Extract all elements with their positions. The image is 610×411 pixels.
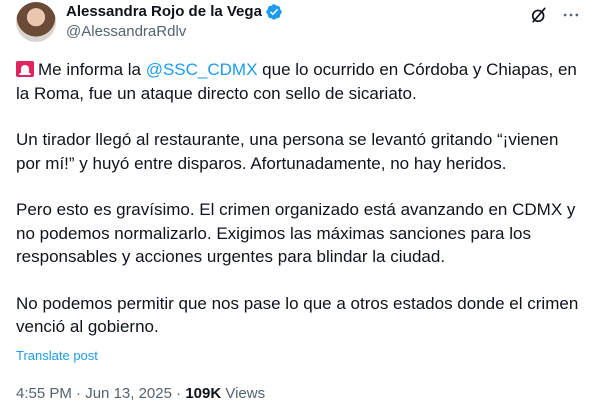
post-card: Alessandra Rojo de la Vega @AlessandraRd… bbox=[0, 0, 610, 411]
author-handle[interactable]: @AlessandraRdlv bbox=[66, 22, 283, 42]
paragraph-1-text-start: Me informa la bbox=[38, 60, 146, 79]
author-display-name[interactable]: Alessandra Rojo de la Vega bbox=[66, 2, 262, 22]
post-meta: 4:55 PM · Jun 13, 2025 · 109K Views bbox=[16, 384, 265, 404]
post-header: Alessandra Rojo de la Vega @AlessandraRd… bbox=[66, 2, 283, 42]
post-time[interactable]: 4:55 PM bbox=[16, 385, 72, 402]
post-paragraph-4: No podemos permitir que nos pase lo que … bbox=[16, 293, 579, 337]
views-count: 109K bbox=[185, 385, 222, 402]
post-text: Me informa la @SSC_CDMX que lo ocurrido … bbox=[16, 58, 586, 362]
translate-post-link[interactable]: Translate post bbox=[16, 348, 98, 364]
post-paragraph-1: Me informa la @SSC_CDMX que lo ocurrido … bbox=[16, 58, 586, 105]
siren-icon bbox=[16, 60, 34, 77]
more-dots-icon[interactable] bbox=[560, 4, 582, 26]
post-top-actions bbox=[528, 4, 582, 26]
avatar[interactable] bbox=[16, 2, 56, 42]
post-paragraph-2: Un tirador llegó al restaurante, una per… bbox=[16, 130, 559, 173]
views-label: Views bbox=[221, 385, 266, 402]
grok-slash-circle-icon[interactable] bbox=[528, 4, 550, 26]
meta-separator: · bbox=[171, 385, 186, 402]
post-paragraph-3: Pero esto es gravísimo. El crimen organi… bbox=[16, 200, 576, 266]
verified-badge-icon bbox=[265, 3, 283, 21]
name-row: Alessandra Rojo de la Vega bbox=[66, 2, 283, 22]
post-date[interactable]: Jun 13, 2025 bbox=[85, 385, 172, 402]
meta-separator: · bbox=[71, 385, 86, 402]
mention-link[interactable]: @SSC_CDMX bbox=[146, 60, 258, 79]
